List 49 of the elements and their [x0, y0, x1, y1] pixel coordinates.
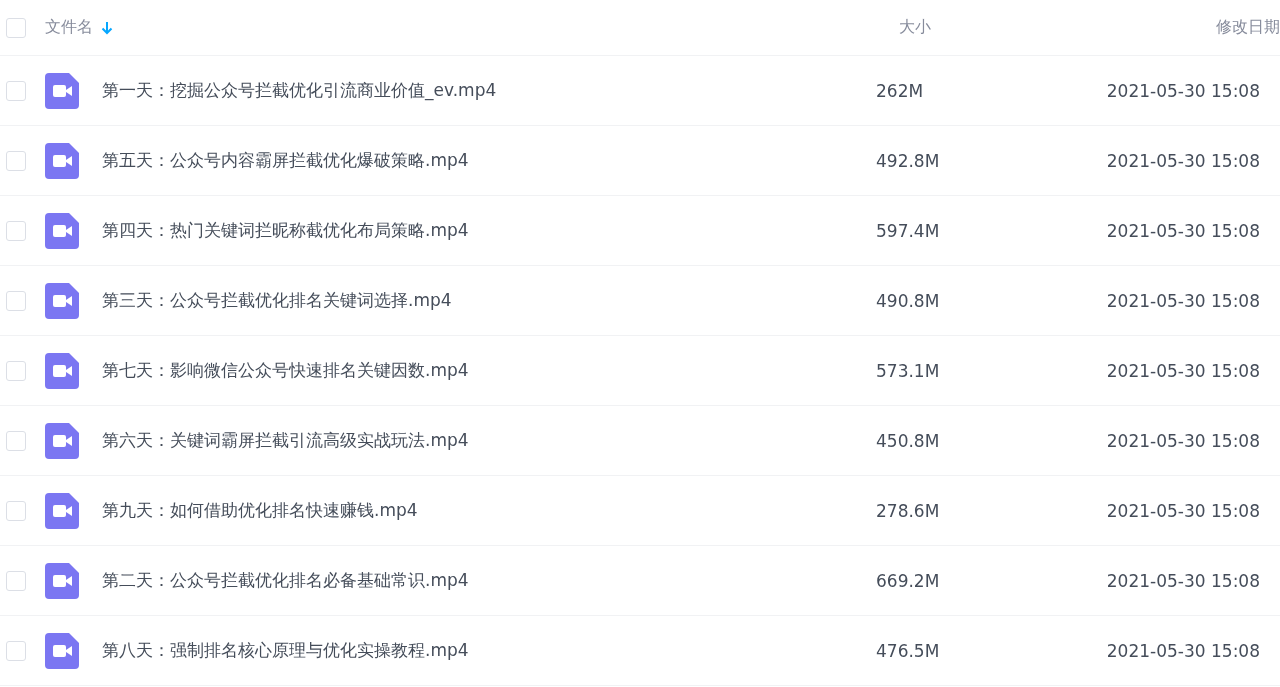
row-checkbox[interactable]	[6, 570, 26, 591]
row-checkbox[interactable]	[6, 290, 26, 311]
modified-date: 2021-05-30 15:08	[1105, 150, 1260, 171]
file-size: 476.5M	[876, 640, 941, 661]
file-name[interactable]: 第二天：公众号拦截优化排名必备基础常识.mp4	[102, 569, 876, 592]
file-size: 669.2M	[876, 570, 941, 591]
file-size: 597.4M	[876, 220, 941, 241]
file-name[interactable]: 第五天：公众号内容霸屏拦截优化爆破策略.mp4	[102, 149, 876, 172]
modified-date: 2021-05-30 15:08	[1105, 220, 1260, 241]
modified-date: 2021-05-30 15:08	[1105, 80, 1260, 101]
video-file-icon	[45, 562, 79, 599]
row-checkbox[interactable]	[6, 80, 26, 101]
video-file-icon	[45, 72, 79, 109]
file-name[interactable]: 第六天：关键词霸屏拦截引流高级实战玩法.mp4	[102, 429, 876, 452]
file-size: 450.8M	[876, 430, 941, 451]
video-file-icon	[45, 142, 79, 179]
row-checkbox[interactable]	[6, 430, 26, 451]
modified-date: 2021-05-30 15:08	[1105, 570, 1260, 591]
video-file-icon	[45, 212, 79, 249]
row-checkbox[interactable]	[6, 640, 26, 661]
column-header[interactable]: 文件名	[44, 17, 93, 38]
modified-date: 2021-05-30 15:08	[1105, 430, 1260, 451]
file-name[interactable]: 第一天：挖掘公众号拦截优化引流商业价值_ev.mp4	[102, 79, 876, 102]
modified-date: 2021-05-30 15:08	[1105, 500, 1260, 521]
video-file-icon	[45, 632, 79, 669]
column-header[interactable]: 大小	[899, 17, 1097, 38]
file-name[interactable]: 第四天：热门关键词拦昵称截优化布局策略.mp4	[102, 219, 876, 242]
modified-date: 2021-05-30 15:08	[1105, 640, 1260, 661]
select-all-checkbox[interactable]	[6, 17, 26, 38]
row-checkbox[interactable]	[6, 220, 26, 241]
file-name[interactable]: 第九天：如何借助优化排名快速赚钱.mp4	[102, 499, 876, 522]
modified-date: 2021-05-30 15:08	[1105, 290, 1260, 311]
file-name[interactable]: 第七天：影响微信公众号快速排名关键因数.mp4	[102, 359, 876, 382]
file-size: 278.6M	[876, 500, 941, 521]
row-checkbox[interactable]	[6, 150, 26, 171]
video-file-icon	[45, 352, 79, 389]
file-name[interactable]: 第八天：强制排名核心原理与优化实操教程.mp4	[102, 639, 876, 662]
file-size: 490.8M	[876, 290, 941, 311]
video-file-icon	[45, 422, 79, 459]
row-checkbox[interactable]	[6, 500, 26, 521]
modified-date: 2021-05-30 15:08	[1105, 360, 1260, 381]
row-checkbox[interactable]	[6, 360, 26, 381]
video-file-icon	[45, 492, 79, 529]
video-file-icon	[45, 282, 79, 319]
file-size: 492.8M	[876, 150, 941, 171]
file-size: 573.1M	[876, 360, 941, 381]
file-size: 262M	[876, 80, 925, 101]
column-header[interactable]: 修改日期	[1096, 17, 1280, 38]
file-name[interactable]: 第三天：公众号拦截优化排名关键词选择.mp4	[102, 289, 876, 312]
